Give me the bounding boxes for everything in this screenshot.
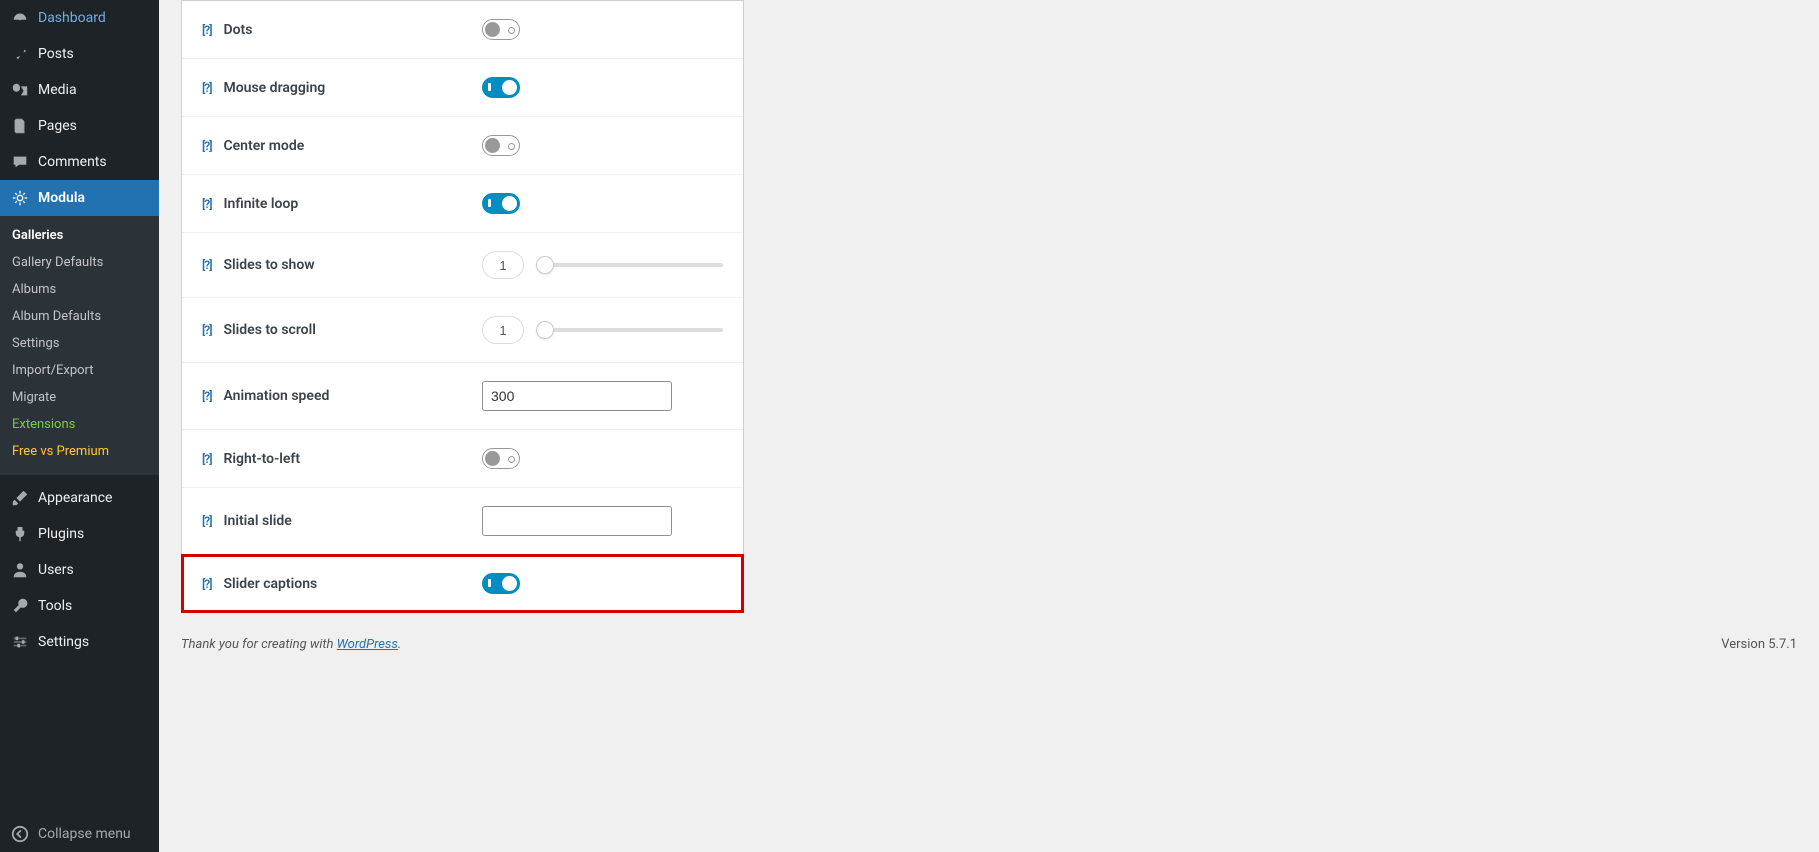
setting-label: Infinite loop bbox=[223, 196, 298, 212]
help-icon[interactable]: [?] bbox=[202, 577, 211, 591]
help-icon[interactable]: [?] bbox=[202, 23, 211, 37]
sidebar-subitem-migrate[interactable]: Migrate bbox=[0, 384, 159, 411]
sidebar-item-label: Comments bbox=[38, 153, 107, 171]
sidebar-submenu: GalleriesGallery DefaultsAlbumsAlbum Def… bbox=[0, 216, 159, 475]
sidebar-item-comments[interactable]: Comments bbox=[0, 144, 159, 180]
slides_to_show-number-input[interactable] bbox=[482, 251, 524, 279]
setting-row-animation_speed: [?] Animation speed bbox=[182, 363, 743, 430]
help-icon[interactable]: [?] bbox=[202, 514, 211, 528]
sidebar-item-users[interactable]: Users bbox=[0, 552, 159, 588]
sidebar-subitem-settings[interactable]: Settings bbox=[0, 330, 159, 357]
setting-label: Mouse dragging bbox=[223, 80, 325, 96]
collapse-menu-label: Collapse menu bbox=[38, 825, 131, 843]
admin-sidebar: Dashboard Posts Media Pages Comments Modula G… bbox=[0, 0, 159, 852]
infinite_loop-toggle[interactable] bbox=[482, 193, 520, 214]
slider-thumb[interactable] bbox=[536, 256, 554, 274]
help-icon[interactable]: [?] bbox=[202, 452, 211, 466]
footer-thanks: Thank you for creating with WordPress. bbox=[181, 637, 401, 652]
collapse-icon bbox=[10, 824, 30, 844]
sidebar-item-label: Users bbox=[38, 561, 74, 579]
help-icon[interactable]: [?] bbox=[202, 197, 211, 211]
sidebar-item-label: Posts bbox=[38, 45, 74, 63]
setting-label: Slides to scroll bbox=[223, 322, 315, 338]
collapse-menu-button[interactable]: Collapse menu bbox=[0, 816, 159, 852]
sidebar-item-label: Appearance bbox=[38, 489, 112, 507]
setting-label: Slides to show bbox=[223, 257, 314, 273]
pin-icon bbox=[10, 44, 30, 64]
modula-icon bbox=[10, 188, 30, 208]
admin-footer: Thank you for creating with WordPress. V… bbox=[181, 613, 1797, 662]
slider_captions-toggle[interactable] bbox=[482, 573, 520, 594]
help-icon[interactable]: [?] bbox=[202, 323, 211, 337]
sidebar-item-label: Pages bbox=[38, 117, 77, 135]
comment-icon bbox=[10, 152, 30, 172]
wordpress-link[interactable]: WordPress bbox=[337, 637, 398, 652]
sidebar-item-label: Plugins bbox=[38, 525, 84, 543]
user-icon bbox=[10, 560, 30, 580]
main-content-area: [?]Dots[?]Mouse dragging[?]Center mode[?… bbox=[159, 0, 1819, 852]
right_to_left-toggle[interactable] bbox=[482, 448, 520, 469]
settings-panel: [?]Dots[?]Mouse dragging[?]Center mode[?… bbox=[181, 0, 744, 613]
help-icon[interactable]: [?] bbox=[202, 81, 211, 95]
setting-label: Center mode bbox=[223, 138, 304, 154]
setting-label: Animation speed bbox=[223, 388, 329, 404]
version-label: Version 5.7.1 bbox=[1721, 637, 1797, 652]
page-icon bbox=[10, 116, 30, 136]
setting-row-slider_captions: [?] Slider captions bbox=[182, 555, 743, 612]
dashboard-icon bbox=[10, 8, 30, 28]
setting-row-slides_to_show: [?] Slides to show bbox=[182, 233, 743, 298]
sidebar-subitem-album-defaults[interactable]: Album Defaults bbox=[0, 303, 159, 330]
setting-label: Dots bbox=[223, 22, 252, 38]
sidebar-item-pages[interactable]: Pages bbox=[0, 108, 159, 144]
setting-label: Right-to-left bbox=[223, 451, 300, 467]
sidebar-subitem-albums[interactable]: Albums bbox=[0, 276, 159, 303]
setting-label: Initial slide bbox=[223, 513, 291, 529]
mouse_dragging-toggle[interactable] bbox=[482, 77, 520, 98]
setting-row-initial_slide: [?] Initial slide bbox=[182, 488, 743, 555]
animation_speed-input[interactable] bbox=[482, 381, 672, 411]
setting-row-center_mode: [?] Center mode bbox=[182, 117, 743, 175]
slides_to_show-slider[interactable] bbox=[538, 263, 723, 267]
setting-row-right_to_left: [?] Right-to-left bbox=[182, 430, 743, 488]
sidebar-subitem-free-vs-premium[interactable]: Free vs Premium bbox=[0, 438, 159, 465]
center_mode-toggle[interactable] bbox=[482, 135, 520, 156]
sidebar-subitem-gallery-defaults[interactable]: Gallery Defaults bbox=[0, 249, 159, 276]
sidebar-item-modula[interactable]: Modula bbox=[0, 180, 159, 216]
setting-row-infinite_loop: [?] Infinite loop bbox=[182, 175, 743, 233]
sidebar-item-label: Tools bbox=[38, 597, 72, 615]
sidebar-item-tools[interactable]: Tools bbox=[0, 588, 159, 624]
slider-thumb[interactable] bbox=[536, 321, 554, 339]
sidebar-item-media[interactable]: Media bbox=[0, 72, 159, 108]
sliders-icon bbox=[10, 632, 30, 652]
brush-icon bbox=[10, 488, 30, 508]
sidebar-item-label: Media bbox=[38, 81, 77, 99]
dots-toggle[interactable] bbox=[482, 19, 520, 40]
sidebar-subitem-extensions[interactable]: Extensions bbox=[0, 411, 159, 438]
sidebar-subitem-import-export[interactable]: Import/Export bbox=[0, 357, 159, 384]
sidebar-item-label: Modula bbox=[38, 189, 85, 207]
help-icon[interactable]: [?] bbox=[202, 258, 211, 272]
sidebar-item-label: Dashboard bbox=[38, 9, 106, 27]
sidebar-item-label: Settings bbox=[38, 633, 89, 651]
help-icon[interactable]: [?] bbox=[202, 139, 211, 153]
sidebar-item-posts[interactable]: Posts bbox=[0, 36, 159, 72]
help-icon[interactable]: [?] bbox=[202, 389, 211, 403]
sidebar-subitem-galleries[interactable]: Galleries bbox=[0, 222, 159, 249]
sidebar-item-dashboard[interactable]: Dashboard bbox=[0, 0, 159, 36]
initial_slide-input[interactable] bbox=[482, 506, 672, 536]
plug-icon bbox=[10, 524, 30, 544]
sidebar-item-settings[interactable]: Settings bbox=[0, 624, 159, 660]
setting-label: Slider captions bbox=[223, 576, 317, 592]
setting-row-dots: [?] Dots bbox=[182, 1, 743, 59]
setting-row-slides_to_scroll: [?] Slides to scroll bbox=[182, 298, 743, 363]
sidebar-item-appearance[interactable]: Appearance bbox=[0, 480, 159, 516]
wrench-icon bbox=[10, 596, 30, 616]
setting-row-mouse_dragging: [?] Mouse dragging bbox=[182, 59, 743, 117]
sidebar-item-plugins[interactable]: Plugins bbox=[0, 516, 159, 552]
slides_to_scroll-number-input[interactable] bbox=[482, 316, 524, 344]
media-icon bbox=[10, 80, 30, 100]
slides_to_scroll-slider[interactable] bbox=[538, 328, 723, 332]
